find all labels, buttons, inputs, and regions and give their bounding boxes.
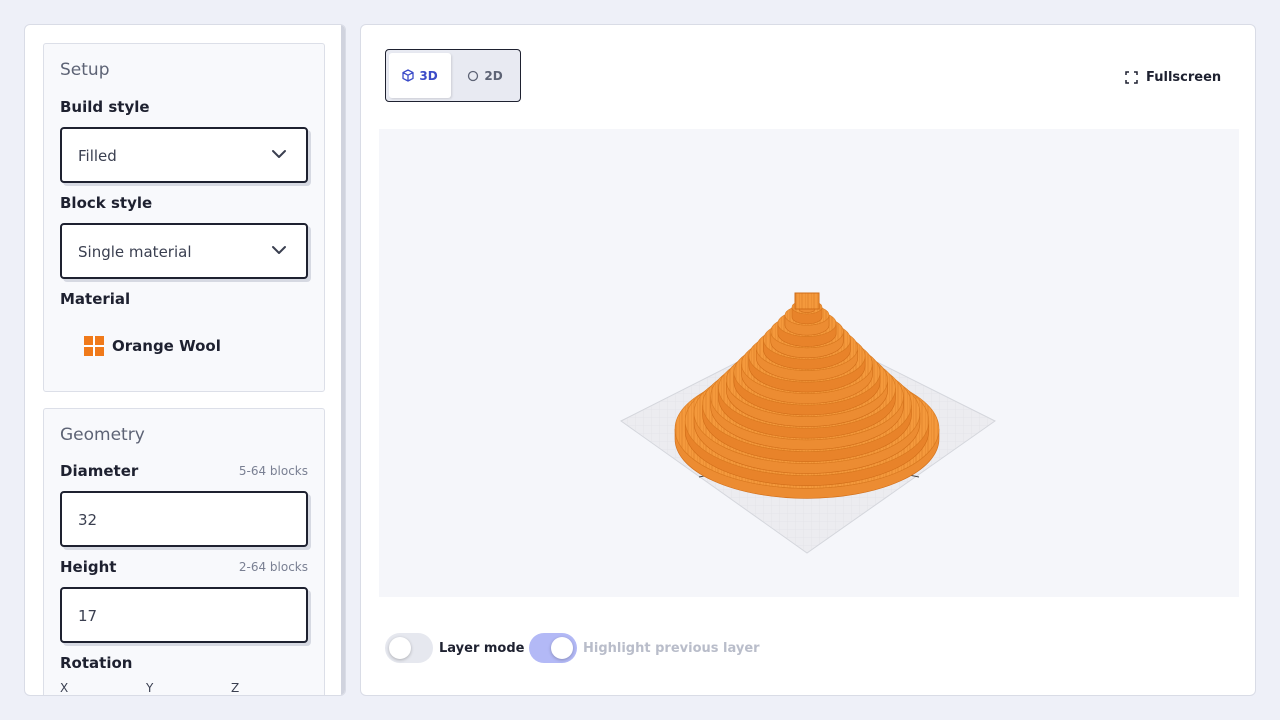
cone-layers [674,292,940,499]
geometry-title: Geometry [60,425,145,445]
highlight-toggle-row: Highlight previous layer [529,633,760,663]
highlight-previous-layer-label: Highlight previous layer [583,640,760,656]
viewer-panel: 3D 2D Fullscreen Layer mode Highlight pr… [360,24,1256,696]
block-style-value: Single material [78,243,192,261]
fullscreen-label: Fullscreen [1146,69,1222,85]
block-style-label: Block style [60,194,153,212]
cube-icon [402,69,414,82]
view-3d-button[interactable]: 3D [389,53,451,98]
block-style-select[interactable]: Single material [60,223,308,279]
diameter-value: 32 [78,511,98,529]
height-hint: 2-64 blocks [238,560,308,574]
diameter-label: Diameter [60,462,139,480]
material-value: Orange Wool [112,337,221,355]
view-2d-button[interactable]: 2D [454,53,516,98]
setup-title: Setup [60,60,110,80]
chevron-down-icon [272,246,286,254]
layer-mode-switch[interactable] [385,633,433,663]
layer-mode-toggle-row: Layer mode [385,633,524,663]
build-style-select[interactable]: Filled [60,127,308,183]
fullscreen-button[interactable]: Fullscreen [1125,67,1221,87]
view-mode-toggle: 3D 2D [385,49,521,102]
height-input[interactable]: 17 [60,587,308,643]
cone-top-block [794,292,820,310]
rotation-label: Rotation [60,654,133,672]
material-selector[interactable]: Orange Wool [84,336,221,356]
fullscreen-icon [1125,70,1138,84]
chevron-down-icon [272,150,286,158]
cone-3d-render [620,292,996,554]
view-3d-label: 3D [419,68,438,83]
layer-mode-label: Layer mode [439,640,525,656]
highlight-previous-layer-switch[interactable] [529,633,577,663]
height-label: Height [60,558,117,576]
setup-card: Setup Build style Filled Block style Sin… [43,43,325,392]
rotation-axis-y-label: Y [146,681,154,695]
scrollbar[interactable] [341,25,345,695]
view-2d-label: 2D [484,68,503,83]
circle-icon [468,70,479,81]
orange-wool-icon [84,336,104,356]
rotation-axis-x-label: X [60,681,69,695]
settings-panel: Setup Build style Filled Block style Sin… [24,24,346,696]
diameter-hint: 5-64 blocks [238,464,308,478]
diameter-input[interactable]: 32 [60,491,308,547]
height-value: 17 [78,607,98,625]
build-style-value: Filled [78,147,117,165]
rotation-axis-z-label: Z [231,681,240,695]
material-label: Material [60,290,131,308]
geometry-card: Geometry Diameter 5-64 blocks 32 Height … [43,408,325,695]
3d-canvas[interactable] [379,129,1239,597]
build-style-label: Build style [60,98,150,116]
